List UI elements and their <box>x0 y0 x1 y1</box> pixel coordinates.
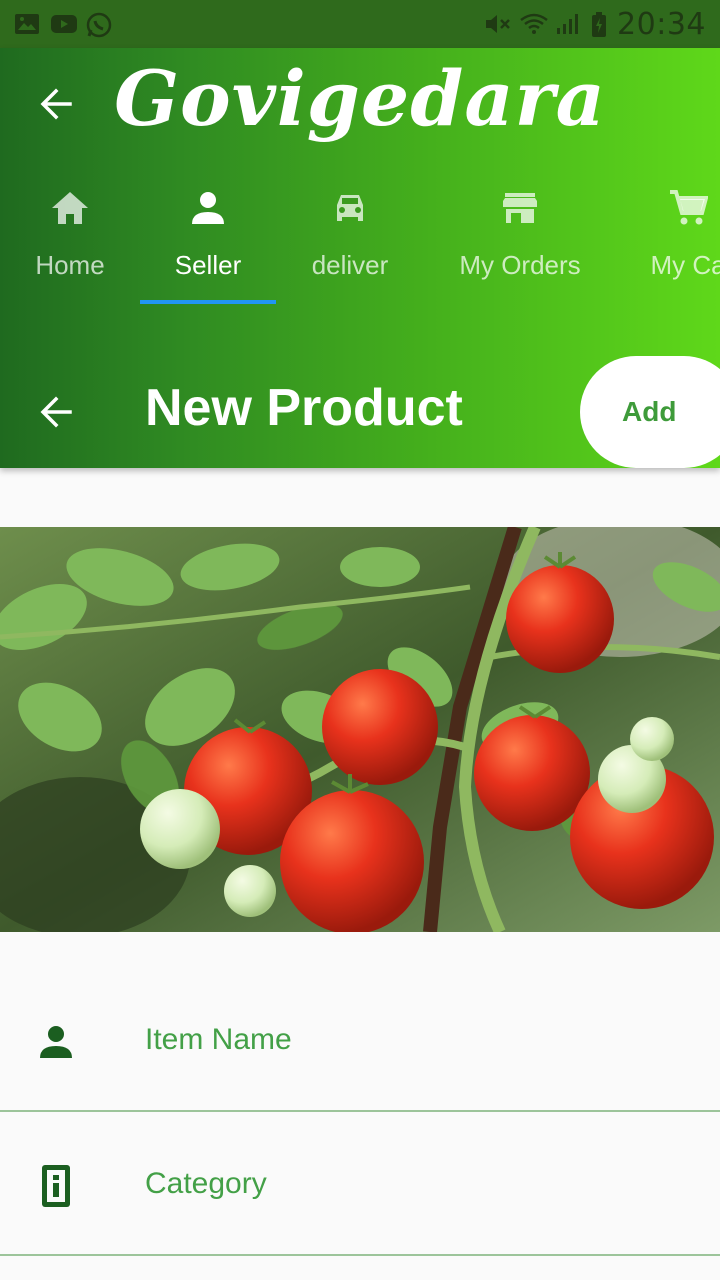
category-field[interactable]: Category <box>0 1111 720 1256</box>
status-bar-right: 20:34 <box>483 7 706 42</box>
tab-indicator <box>140 300 276 304</box>
tab-deliver-label: deliver <box>311 250 389 280</box>
person-icon <box>36 1019 76 1065</box>
page-back-button[interactable] <box>34 390 78 434</box>
tab-my-orders-label: My Orders <box>459 250 581 280</box>
tab-deliver[interactable]: deliver <box>276 180 424 310</box>
status-bar-left <box>14 12 112 38</box>
car-icon <box>328 186 372 230</box>
item-name-label: Item Name <box>145 1023 292 1056</box>
youtube-icon <box>50 12 77 36</box>
store-icon <box>498 186 542 230</box>
tab-my-orders[interactable]: My Orders <box>424 180 616 310</box>
whatsapp-icon <box>86 12 112 38</box>
tab-my-cart-label: My Ca <box>650 250 720 280</box>
item-name-field[interactable]: Item Name <box>0 967 720 1112</box>
status-bar: 20:34 <box>0 0 720 48</box>
tab-home-label: Home <box>35 250 105 280</box>
category-label: Category <box>145 1167 267 1200</box>
tab-my-cart[interactable]: My Ca <box>616 180 720 310</box>
info-icon <box>36 1163 76 1209</box>
home-icon <box>48 186 92 230</box>
tab-home[interactable]: Home <box>0 180 140 310</box>
cart-icon <box>666 186 710 230</box>
page-title: New Product <box>145 379 463 437</box>
tab-bar: Home Seller deliver My Orders My Ca <box>0 180 720 310</box>
tomato-plant-photo <box>0 527 720 932</box>
status-time: 20:34 <box>617 6 706 42</box>
battery-icon <box>591 12 607 37</box>
product-image[interactable] <box>0 527 720 932</box>
add-button[interactable]: Add <box>580 356 720 468</box>
tab-seller-label: Seller <box>174 250 242 280</box>
brand-logo: Govigedara <box>114 54 606 143</box>
gallery-icon <box>14 12 40 36</box>
tab-seller[interactable]: Seller <box>140 180 276 310</box>
wifi-icon <box>519 12 548 36</box>
person-icon <box>186 186 230 230</box>
arrow-back-icon <box>40 396 72 428</box>
mute-icon <box>483 12 510 36</box>
app-header: Govigedara Home Seller deliver My Orders… <box>0 48 720 468</box>
signal-icon <box>555 12 581 36</box>
